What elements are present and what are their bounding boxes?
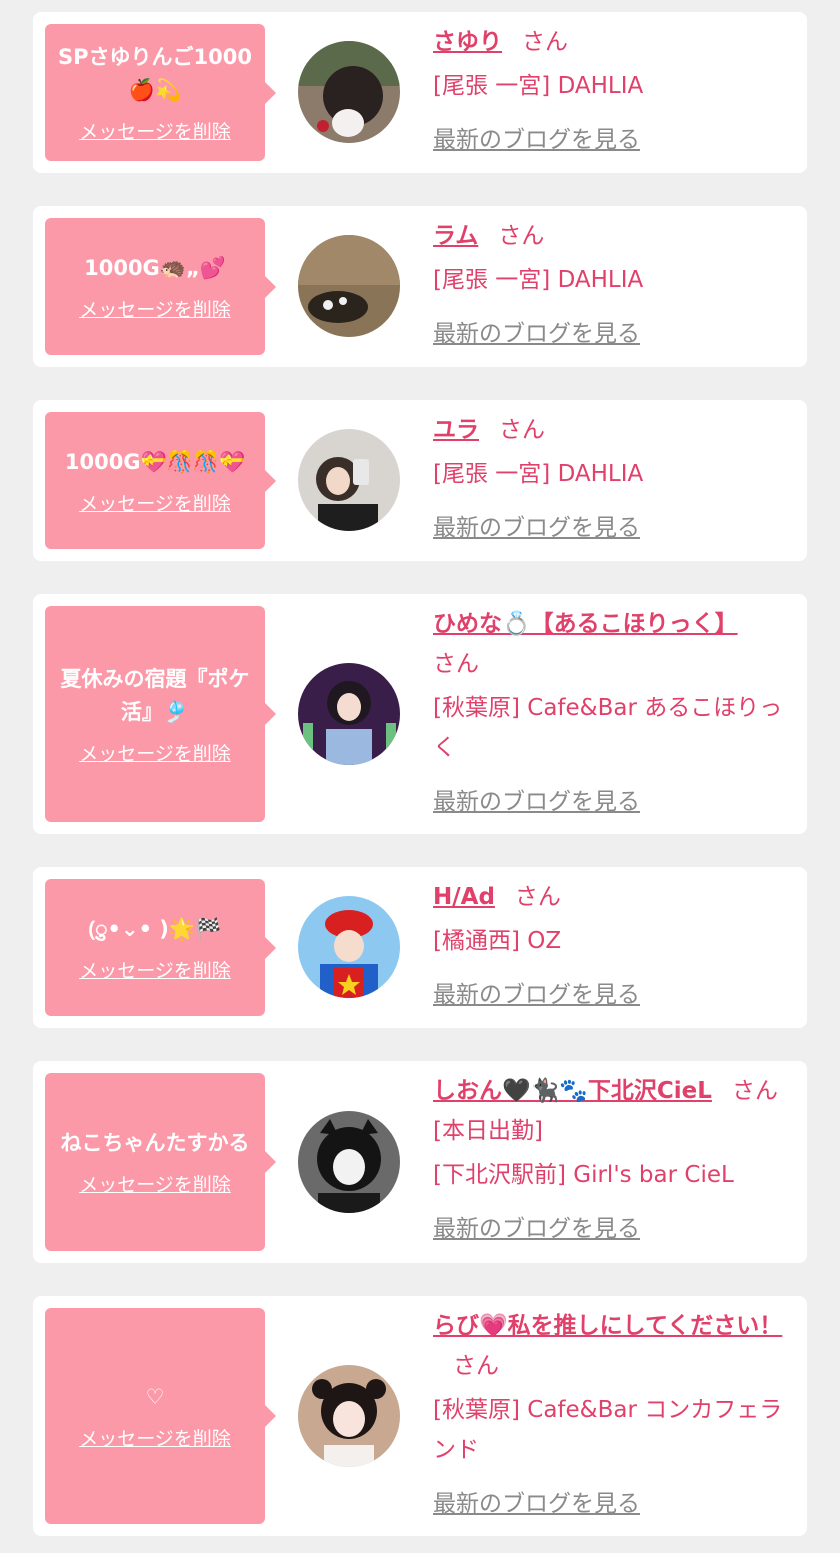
cast-name-link[interactable]: H/Ad — [433, 884, 495, 910]
cast-info: しおん🖤🐈‍⬛🐾下北沢CieL さん[本日出勤] [下北沢駅前] Girl's b… — [433, 1071, 795, 1249]
message-bubble: ♡ メッセージを削除 — [45, 1308, 276, 1524]
cast-info: さゆり さん [尾張 一宮] DAHLIA 最新のブログを見る — [433, 22, 795, 160]
list-item: ♡ メッセージを削除 らび💗私を推しにしてください！ さん [秋葉原] Cafe&… — [33, 1296, 807, 1536]
cast-info: H/Ad さん [橘通西] OZ 最新のブログを見る — [433, 877, 795, 1015]
cast-info: ひめな💍【あるこほりっく】 さん [秋葉原] Cafe&Bar あるこほりっく 最… — [433, 604, 795, 822]
message-bubble: (ु•⌄• )🌟🏁 メッセージを削除 — [45, 879, 276, 1016]
list-item: 1000G🦔„💕 メッセージを削除 ラム さん [尾張 一宮] DAHLIA 最新… — [33, 206, 807, 367]
delete-message-link[interactable]: メッセージを削除 — [79, 739, 231, 766]
cast-name-link[interactable]: しおん🖤🐈‍⬛🐾下北沢CieL — [433, 1078, 712, 1104]
shop-label: [橘通西] OZ — [433, 928, 562, 954]
shop-label: [尾張 一宮] DAHLIA — [433, 267, 644, 293]
message-text: ♡ — [145, 1385, 165, 1409]
message-text: 夏休みの宿題『ポケ活』🎐 — [60, 666, 250, 724]
latest-blog-link[interactable]: 最新のブログを見る — [433, 782, 795, 822]
avatar[interactable] — [298, 663, 400, 765]
list-item: (ु•⌄• )🌟🏁 メッセージを削除 H/Ad さん [橘通西] OZ 最新のブロ… — [33, 867, 807, 1028]
avatar-photo-icon — [298, 896, 400, 998]
cast-name-link[interactable]: らび💗私を推しにしてください！ — [433, 1313, 782, 1339]
avatar-photo-icon — [298, 429, 400, 531]
shop-label: [尾張 一宮] DAHLIA — [433, 461, 644, 487]
avatar[interactable] — [298, 1365, 400, 1467]
latest-blog-link[interactable]: 最新のブログを見る — [433, 314, 795, 354]
avatar-photo-icon — [298, 41, 400, 143]
avatar[interactable] — [298, 896, 400, 998]
avatar-photo-icon — [298, 235, 400, 337]
honorific: さん — [522, 29, 568, 55]
delete-message-link[interactable]: メッセージを削除 — [79, 489, 231, 516]
message-text: ねこちゃんたすかる — [60, 1131, 250, 1155]
shop-label: [尾張 一宮] DAHLIA — [433, 73, 644, 99]
delete-message-link[interactable]: メッセージを削除 — [79, 295, 231, 322]
message-list: SPさゆりんご1000🍎💫 メッセージを削除 さゆり さん [尾張 一宮] DAH… — [0, 0, 840, 1553]
cast-name-link[interactable]: ユラ — [433, 417, 479, 443]
shop-label: [下北沢駅前] Girl's bar CieL — [433, 1162, 734, 1188]
list-item: ねこちゃんたすかる メッセージを削除 しおん🖤🐈‍⬛🐾下北沢CieL さん[本日出… — [33, 1061, 807, 1263]
latest-blog-link[interactable]: 最新のブログを見る — [433, 120, 795, 160]
cast-name-link[interactable]: さゆり — [433, 29, 502, 55]
avatar[interactable] — [298, 429, 400, 531]
delete-message-link[interactable]: メッセージを削除 — [79, 956, 231, 983]
delete-message-link[interactable]: メッセージを削除 — [79, 117, 231, 144]
avatar-photo-icon — [298, 1111, 400, 1213]
list-item: 1000G💝🎊🎊💝 メッセージを削除 ユラ さん [尾張 一宮] DAHLIA 最… — [33, 400, 807, 561]
message-text: 1000G💝🎊🎊💝 — [64, 449, 246, 474]
latest-blog-link[interactable]: 最新のブログを見る — [433, 508, 795, 548]
avatar[interactable] — [298, 41, 400, 143]
avatar-photo-icon — [298, 663, 400, 765]
cast-name-link[interactable]: ひめな💍【あるこほりっく】 — [433, 611, 738, 637]
shop-label: [秋葉原] Cafe&Bar あるこほりっく — [433, 695, 783, 761]
honorific: さん — [514, 884, 561, 910]
latest-blog-link[interactable]: 最新のブログを見る — [433, 1209, 795, 1249]
cast-info: ユラ さん [尾張 一宮] DAHLIA 最新のブログを見る — [433, 410, 795, 548]
message-text: SPさゆりんご1000🍎💫 — [58, 45, 252, 102]
message-bubble: 1000G🦔„💕 メッセージを削除 — [45, 218, 276, 355]
delete-message-link[interactable]: メッセージを削除 — [79, 1424, 231, 1451]
avatar[interactable] — [298, 1111, 400, 1213]
latest-blog-link[interactable]: 最新のブログを見る — [433, 975, 795, 1015]
honorific: さん — [433, 651, 479, 677]
message-text: (ु•⌄• )🌟🏁 — [88, 916, 222, 941]
honorific: さん — [499, 417, 545, 443]
cast-name-link[interactable]: ラム — [433, 223, 478, 249]
list-item: SPさゆりんご1000🍎💫 メッセージを削除 さゆり さん [尾張 一宮] DAH… — [33, 12, 807, 173]
delete-message-link[interactable]: メッセージを削除 — [79, 1170, 231, 1197]
avatar-photo-icon — [298, 1365, 400, 1467]
honorific: さん — [453, 1353, 499, 1379]
honorific: さん — [498, 223, 545, 249]
message-bubble: SPさゆりんご1000🍎💫 メッセージを削除 — [45, 24, 276, 161]
shop-label: [秋葉原] Cafe&Bar コンカフェランド — [433, 1397, 783, 1463]
cast-info: らび💗私を推しにしてください！ さん [秋葉原] Cafe&Bar コンカフェラン… — [433, 1306, 795, 1524]
cast-info: ラム さん [尾張 一宮] DAHLIA 最新のブログを見る — [433, 216, 795, 354]
message-bubble: 1000G💝🎊🎊💝 メッセージを削除 — [45, 412, 276, 549]
list-item: 夏休みの宿題『ポケ活』🎐 メッセージを削除 ひめな💍【あるこほりっく】 さん [秋… — [33, 594, 807, 834]
message-bubble: ねこちゃんたすかる メッセージを削除 — [45, 1073, 276, 1251]
latest-blog-link[interactable]: 最新のブログを見る — [433, 1484, 795, 1524]
message-bubble: 夏休みの宿題『ポケ活』🎐 メッセージを削除 — [45, 606, 276, 822]
message-text: 1000G🦔„💕 — [84, 255, 226, 280]
avatar[interactable] — [298, 235, 400, 337]
